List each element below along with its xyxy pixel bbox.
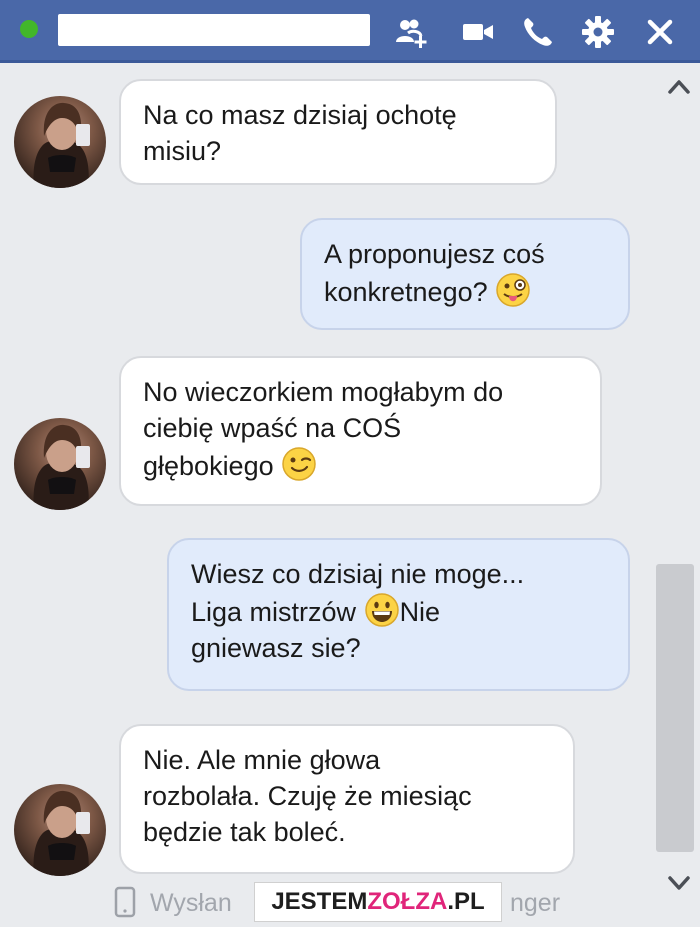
contact-avatar[interactable] — [14, 784, 106, 876]
message-text: będzie tak boleć. — [143, 817, 346, 847]
chat-header — [0, 0, 700, 63]
message-bubble-incoming[interactable]: Na co masz dzisiaj ochotę misiu? — [119, 79, 557, 185]
message-text: rozbolała. Czuję że miesiąc — [143, 781, 472, 811]
message-text: ciebię wpaść na COŚ — [143, 413, 402, 443]
message-text: konkretnego? — [324, 277, 488, 307]
contact-name[interactable] — [58, 14, 370, 46]
message-text: misiu? — [143, 136, 222, 166]
settings-icon[interactable] — [580, 14, 616, 50]
scroll-down-icon[interactable] — [666, 870, 692, 896]
contact-avatar[interactable] — [14, 96, 106, 188]
grinning-emoji-icon — [364, 592, 400, 628]
message-text: głębokiego — [143, 451, 274, 481]
scroll-up-icon[interactable] — [666, 74, 692, 100]
contact-avatar[interactable] — [14, 418, 106, 510]
message-text: Nie — [399, 597, 441, 627]
add-people-icon[interactable] — [394, 14, 430, 50]
message-text: Liga mistrzów — [191, 597, 357, 627]
message-bubble-outgoing[interactable]: Wiesz co dzisiaj nie moge... Liga mistrz… — [167, 538, 630, 691]
sent-from-label-end: nger — [510, 889, 561, 917]
mobile-phone-icon — [114, 886, 136, 918]
message-text: Wiesz co dzisiaj nie moge... — [191, 559, 525, 589]
site-watermark: JESTEMZOŁZA.PL — [254, 882, 502, 922]
watermark-part: JESTEM — [271, 888, 368, 915]
close-icon[interactable] — [642, 14, 678, 50]
message-text: A proponujesz coś — [324, 239, 545, 269]
winking-emoji-icon — [281, 446, 317, 482]
message-text: Nie. Ale mnie głowa — [143, 745, 381, 775]
scrollbar-thumb[interactable] — [656, 564, 694, 852]
message-text: Na co masz dzisiaj ochotę — [143, 100, 457, 130]
watermark-part: ZOŁZA — [367, 888, 448, 915]
watermark-part: .PL — [447, 888, 485, 915]
online-status-indicator — [20, 20, 38, 38]
message-bubble-incoming[interactable]: No wieczorkiem mogłabym do ciebię wpaść … — [119, 356, 602, 506]
video-call-icon[interactable] — [460, 14, 496, 50]
message-bubble-outgoing[interactable]: A proponujesz coś konkretnego? — [300, 218, 630, 330]
message-text: No wieczorkiem mogłabym do — [143, 377, 504, 407]
winking-tongue-emoji-icon — [495, 272, 531, 308]
message-bubble-incoming[interactable]: Nie. Ale mnie głowa rozbolała. Czuję że … — [119, 724, 575, 874]
message-text: gniewasz sie? — [191, 633, 361, 663]
sent-from-label: Wysłan — [150, 889, 232, 917]
phone-call-icon[interactable] — [520, 14, 556, 50]
